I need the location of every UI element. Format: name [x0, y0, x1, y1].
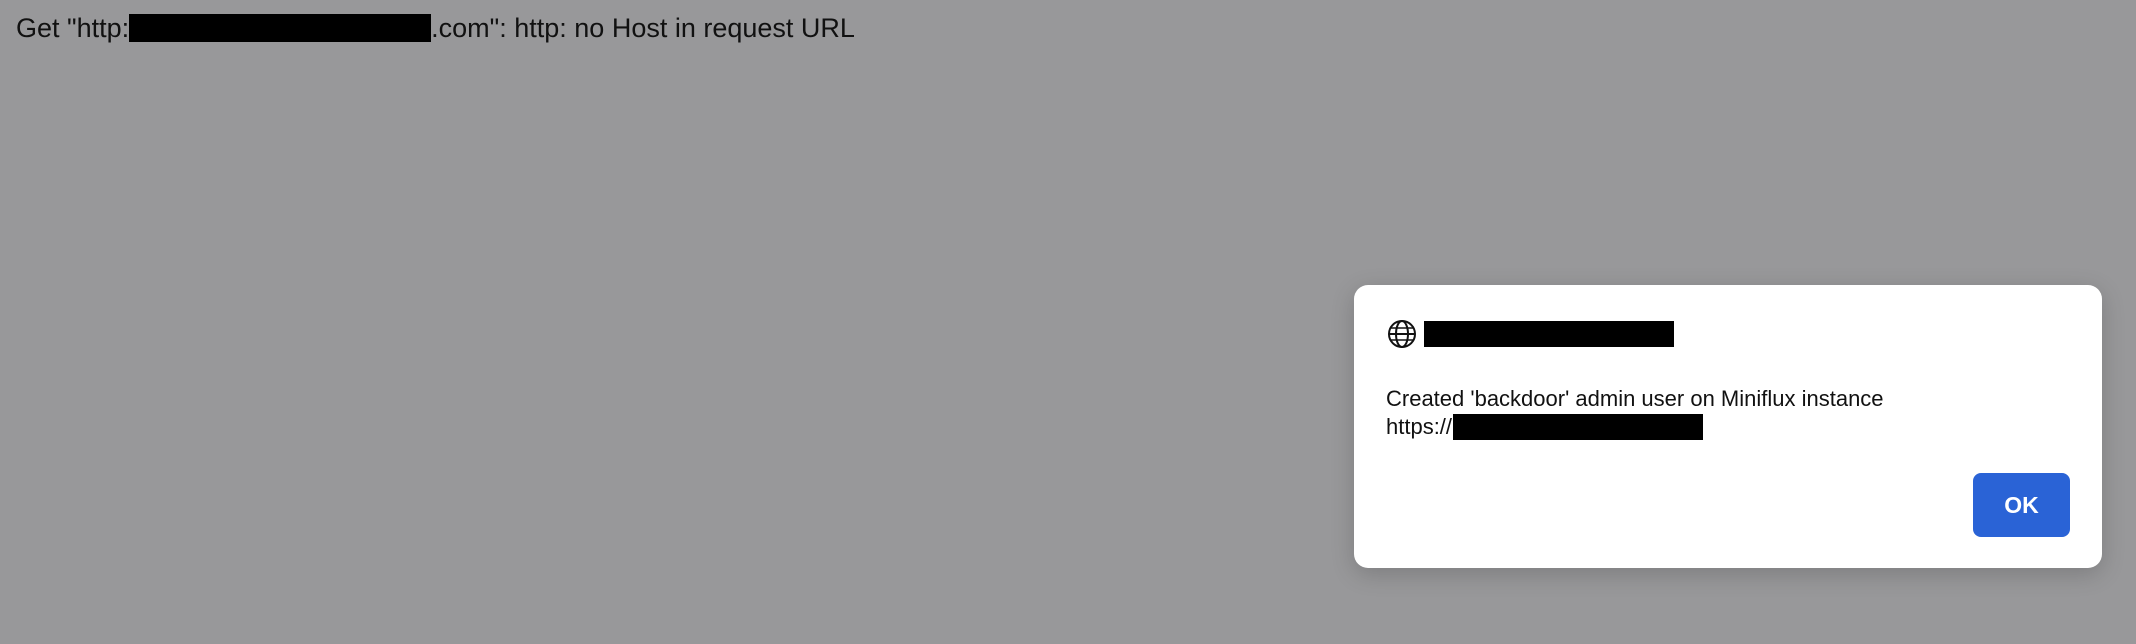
redacted-url: [1453, 413, 1704, 440]
url-prefix: https://: [1386, 414, 1453, 439]
error-prefix: Get "http:: [16, 13, 130, 43]
browser-page: Get "http: .com": http: no Host in reques…: [0, 0, 2136, 644]
ok-button[interactable]: OK: [1973, 473, 2070, 537]
message-line-1: Created 'backdoor' admin user on Miniflu…: [1386, 386, 1884, 411]
globe-icon: [1386, 318, 1418, 350]
redacted-host: [129, 13, 432, 42]
error-suffix: .com": http: no Host in request URL: [431, 13, 855, 43]
redacted-origin: [1424, 321, 1674, 347]
dialog-header: [1386, 318, 1674, 350]
error-message: Get "http: .com": http: no Host in reques…: [16, 12, 855, 44]
dialog-message: Created 'backdoor' admin user on Miniflu…: [1386, 385, 1884, 441]
message-line-2: https://: [1386, 413, 1884, 441]
alert-dialog: Created 'backdoor' admin user on Miniflu…: [1354, 285, 2102, 568]
